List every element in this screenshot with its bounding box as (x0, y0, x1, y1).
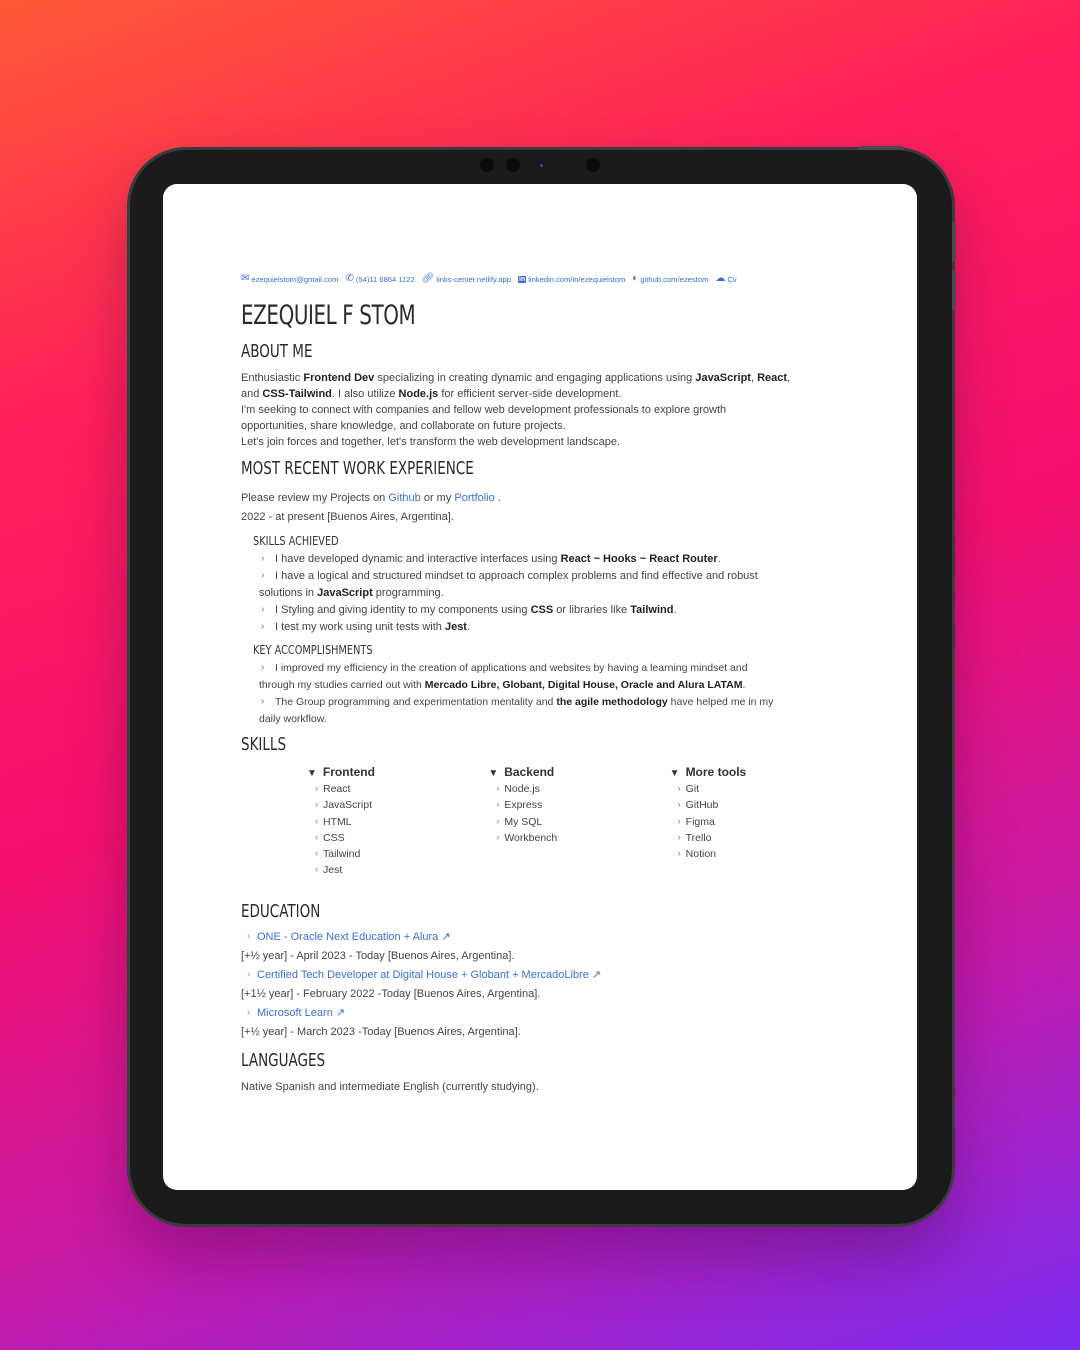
education-link-one[interactable]: ONE - Oracle Next Education + Alura ↗ (247, 927, 851, 947)
education-note: [+½ year] - March 2023 -Today [Buenos Ai… (241, 1025, 521, 1038)
list-item: My SQL (496, 813, 669, 830)
skills-achieved-heading: SKILLS ACHIEVED (253, 533, 339, 548)
accomplishments-list: I improved my efficiency in the creation… (241, 659, 851, 728)
list-item: Jest (315, 861, 488, 878)
skills-backend-toggle[interactable]: ▼ Backend (488, 765, 669, 779)
triangle-down-icon: ▼ (488, 768, 499, 779)
volume-up-button[interactable] (952, 222, 956, 262)
list-item: I have a logical and structured mindset … (259, 567, 851, 602)
education-note: [+1½ year] - February 2022 -Today [Bueno… (241, 987, 541, 1000)
list-item: I improved my efficiency in the creation… (259, 659, 851, 694)
github-link[interactable]: Github (388, 492, 420, 504)
top-button[interactable] (858, 146, 904, 150)
contact-linkedin[interactable]: in linkedin.com/in/ezequielstom (517, 275, 625, 284)
skills-tools: ▼More tools Git GitHub Figma Trello Noti… (670, 765, 851, 879)
list-item: GitHub (678, 796, 851, 813)
contact-links[interactable]: 🔗︎ links-center.netlify.app (422, 274, 511, 284)
list-item: The Group programming and experimentatio… (259, 693, 851, 728)
education-link-digital-house[interactable]: Certified Tech Developer at Digital Hous… (247, 965, 851, 985)
education-heading: EDUCATION (241, 900, 321, 922)
triangle-down-icon: ▼ (307, 768, 317, 779)
contact-github[interactable]: ◐ github.com/ezestom (632, 274, 708, 284)
triangle-down-icon: ▼ (669, 768, 680, 779)
list-item: I Styling and giving identity to my comp… (259, 601, 851, 619)
education-list: ONE - Oracle Next Education + Alura ↗ [+… (241, 927, 851, 1042)
skills-heading: SKILLS (241, 734, 287, 755)
key-accomplishments-heading: KEY ACCOMPLISHMENTS (253, 642, 373, 657)
list-item: Workbench (496, 829, 669, 846)
contact-phone[interactable]: ✆ (54)11 6864 1122 (345, 274, 414, 284)
list-item: CSS (315, 829, 488, 846)
list-item: Git (678, 780, 851, 797)
education-note: [+½ year] - April 2023 - Today [Buenos A… (241, 949, 515, 962)
list-item: Tailwind (315, 845, 488, 862)
contact-cv[interactable]: ☁ Cv (715, 274, 736, 284)
volume-down-button[interactable] (952, 270, 956, 310)
list-item: Express (496, 796, 669, 813)
list-item: React (315, 780, 488, 797)
skills-columns: ▼Frontend React JavaScript HTML CSS Tail… (241, 765, 851, 879)
skills-achieved-list: I have developed dynamic and interactive… (241, 550, 851, 636)
cloud-download-icon: ☁ (715, 273, 726, 284)
resume-name: EZEQUIEL F STOM (241, 300, 416, 331)
list-item: HTML (315, 813, 488, 830)
list-item: Node.js (496, 780, 669, 797)
education-link-microsoft[interactable]: Microsoft Learn ↗ (247, 1003, 851, 1023)
camera-bar (480, 157, 610, 173)
skills-backend: ▼Backend Node.js Express My SQL Workbenc… (488, 765, 669, 879)
tablet-frame: ✉ ezequielstom@gmail.com ✆ (54)11 6864 112… (130, 146, 956, 1224)
linkedin-icon: in (517, 275, 527, 283)
list-item: JavaScript (315, 796, 488, 813)
about-text: Enthusiastic Frontend Dev specializing i… (241, 372, 791, 448)
skills-frontend-toggle[interactable]: ▼ Frontend (307, 765, 488, 779)
about-heading: ABOUT ME (241, 341, 313, 362)
mail-icon: ✉ (241, 273, 250, 284)
camera-icon (480, 158, 494, 172)
list-item: I test my work using unit tests with Jes… (259, 618, 851, 636)
github-icon: ◐ (632, 273, 639, 284)
whatsapp-icon: ✆ (345, 273, 354, 284)
list-item: Notion (678, 845, 851, 862)
work-heading: MOST RECENT WORK EXPERIENCE (241, 458, 474, 479)
sensor-icon (586, 158, 600, 172)
tablet-screen: ✉ ezequielstom@gmail.com ✆ (54)11 6864 112… (163, 184, 917, 1190)
skills-frontend: ▼Frontend React JavaScript HTML CSS Tail… (307, 765, 488, 879)
work-review: Please review my Projects on Github or m… (241, 492, 501, 504)
languages-text: Native Spanish and intermediate English … (241, 1080, 539, 1093)
camera-icon (506, 158, 520, 172)
skills-tools-toggle[interactable]: ▼ More tools (670, 765, 851, 779)
list-item: Trello (678, 829, 851, 846)
link-icon: 🔗︎ (421, 273, 435, 284)
contact-bar: ✉ ezequielstom@gmail.com ✆ (54)11 6864 112… (241, 274, 851, 284)
contact-email[interactable]: ✉ ezequielstom@gmail.com (241, 274, 338, 284)
list-item: Figma (678, 813, 851, 830)
resume-document: ✉ ezequielstom@gmail.com ✆ (54)11 6864 112… (241, 274, 851, 1095)
camera-led-icon (540, 164, 543, 167)
languages-heading: LANGUAGES (241, 1049, 326, 1071)
portfolio-link[interactable]: Portfolio (454, 492, 494, 504)
work-period: 2022 - at present [Buenos Aires, Argenti… (241, 511, 454, 523)
list-item: I have developed dynamic and interactive… (259, 550, 851, 568)
